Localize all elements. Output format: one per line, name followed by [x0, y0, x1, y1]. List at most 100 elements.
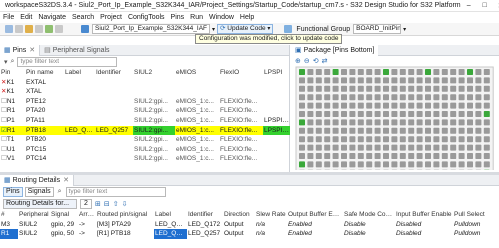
- package-pad[interactable]: [391, 94, 398, 101]
- package-pad[interactable]: [467, 136, 473, 143]
- package-pad[interactable]: [332, 127, 339, 134]
- close-button[interactable]: ✕: [493, 2, 499, 10]
- package-pad[interactable]: [315, 102, 322, 109]
- functional-group-combo[interactable]: BOARD_InitPins: [353, 24, 402, 34]
- package-pad[interactable]: [399, 94, 406, 101]
- package-pad[interactable]: [324, 77, 331, 84]
- package-pad[interactable]: [458, 85, 465, 92]
- package-pad[interactable]: [383, 161, 389, 168]
- package-pad[interactable]: [383, 144, 389, 151]
- package-pad[interactable]: [450, 102, 457, 109]
- package-pad[interactable]: [425, 161, 431, 168]
- chevron-down-icon[interactable]: ▾: [403, 26, 406, 33]
- package-pad[interactable]: [483, 127, 490, 134]
- package-pad[interactable]: [357, 144, 364, 151]
- package-pad[interactable]: [408, 85, 415, 92]
- package-pad[interactable]: [299, 153, 305, 159]
- package-pad[interactable]: [408, 136, 415, 143]
- package-pad[interactable]: [475, 111, 482, 117]
- package-pad[interactable]: [441, 144, 448, 151]
- package-pad[interactable]: [475, 153, 482, 159]
- package-pad[interactable]: [467, 127, 473, 134]
- package-pad[interactable]: [467, 161, 473, 168]
- maximize-button[interactable]: □: [477, 2, 493, 10]
- package-pad[interactable]: [483, 119, 490, 126]
- column-header[interactable]: SIUL2: [133, 68, 175, 78]
- package-pad[interactable]: [307, 161, 314, 168]
- column-header[interactable]: Peripheral: [18, 210, 50, 220]
- package-pad[interactable]: [324, 161, 331, 168]
- package-pad[interactable]: [425, 102, 431, 109]
- routing-signal-cell[interactable]: gpio, 29: [50, 220, 78, 230]
- package-pad[interactable]: [391, 161, 398, 168]
- routing-ibe-cell[interactable]: Disabled: [395, 229, 453, 239]
- package-pad[interactable]: [315, 69, 322, 75]
- package-pad[interactable]: [383, 94, 389, 101]
- package-pad[interactable]: [307, 77, 314, 84]
- package-pad[interactable]: [324, 102, 331, 109]
- package-pad[interactable]: [366, 77, 373, 84]
- column-header[interactable]: Pull Select: [453, 210, 499, 220]
- routing-routed-cell[interactable]: [M3] PTA29: [96, 220, 154, 230]
- pin-row[interactable]: ☐U1 PTC15 SIUL2:gpi... eMIOS_1:c... FLEXIO:f…: [0, 145, 290, 155]
- package-pad[interactable]: [408, 127, 415, 134]
- pin-row[interactable]: ✕K1 XTAL: [0, 87, 290, 97]
- package-pad[interactable]: [416, 77, 423, 84]
- package-pad[interactable]: [357, 111, 364, 117]
- package-pad[interactable]: [374, 144, 381, 151]
- routing-filter-input[interactable]: type filter text: [65, 187, 166, 197]
- package-pad[interactable]: [383, 136, 389, 143]
- package-pad[interactable]: [399, 127, 406, 134]
- package-pad[interactable]: [349, 161, 356, 168]
- package-pad[interactable]: [433, 119, 440, 126]
- package-pad[interactable]: [458, 111, 465, 117]
- package-pad[interactable]: [374, 127, 381, 134]
- menu-project[interactable]: Project: [97, 14, 125, 21]
- package-pad[interactable]: [332, 111, 339, 117]
- package-pad[interactable]: [475, 119, 482, 126]
- toggle-pins[interactable]: Pins: [3, 187, 23, 197]
- package-pad[interactable]: [416, 161, 423, 168]
- package-pad[interactable]: [332, 77, 339, 84]
- package-pad[interactable]: [416, 102, 423, 109]
- package-pad[interactable]: [332, 69, 339, 75]
- package-pad[interactable]: [299, 102, 305, 109]
- package-pad[interactable]: [315, 85, 322, 92]
- package-pad[interactable]: [399, 153, 406, 159]
- package-pad[interactable]: [391, 111, 398, 117]
- package-pad[interactable]: [315, 144, 322, 151]
- package-pad[interactable]: [299, 111, 305, 117]
- package-pad[interactable]: [357, 153, 364, 159]
- package-pad[interactable]: [475, 85, 482, 92]
- move-down-icon[interactable]: ⇩: [122, 200, 128, 208]
- rotate-icon[interactable]: ⟲: [313, 57, 319, 65]
- package-pad[interactable]: [450, 111, 457, 117]
- package-pad[interactable]: [299, 69, 305, 75]
- package-pad[interactable]: [299, 136, 305, 143]
- pin-cell[interactable]: ☐T1: [0, 135, 25, 145]
- package-pad[interactable]: [458, 153, 465, 159]
- menu-navigate[interactable]: Navigate: [35, 14, 69, 21]
- package-pad[interactable]: [425, 144, 431, 151]
- package-pad[interactable]: [399, 136, 406, 143]
- package-pad[interactable]: [315, 119, 322, 126]
- package-pad[interactable]: [357, 77, 364, 84]
- routing-direction-cell[interactable]: Output: [223, 229, 255, 239]
- pin-cell[interactable]: ☑R1: [0, 126, 25, 136]
- package-pad[interactable]: [391, 77, 398, 84]
- package-pad[interactable]: [441, 161, 448, 168]
- close-icon[interactable]: ✕: [29, 45, 35, 56]
- menu-search[interactable]: Search: [69, 14, 97, 21]
- package-pad[interactable]: [324, 136, 331, 143]
- package-pad[interactable]: [374, 111, 381, 117]
- column-header[interactable]: eMIOS: [175, 68, 219, 78]
- pin-row[interactable]: ☐N1 PTE12 SIUL2:gpi... eMIOS_1:c... FLEXIO:f…: [0, 97, 290, 107]
- package-pad[interactable]: [307, 153, 314, 159]
- package-pad[interactable]: [349, 77, 356, 84]
- package-pad[interactable]: [433, 111, 440, 117]
- column-header[interactable]: Safe Mode Control: [343, 210, 395, 220]
- pins-tool-icon[interactable]: [81, 25, 89, 33]
- pin-cell[interactable]: ✕K1: [0, 87, 25, 97]
- package-pad[interactable]: [341, 144, 347, 151]
- package-pad[interactable]: [450, 136, 457, 143]
